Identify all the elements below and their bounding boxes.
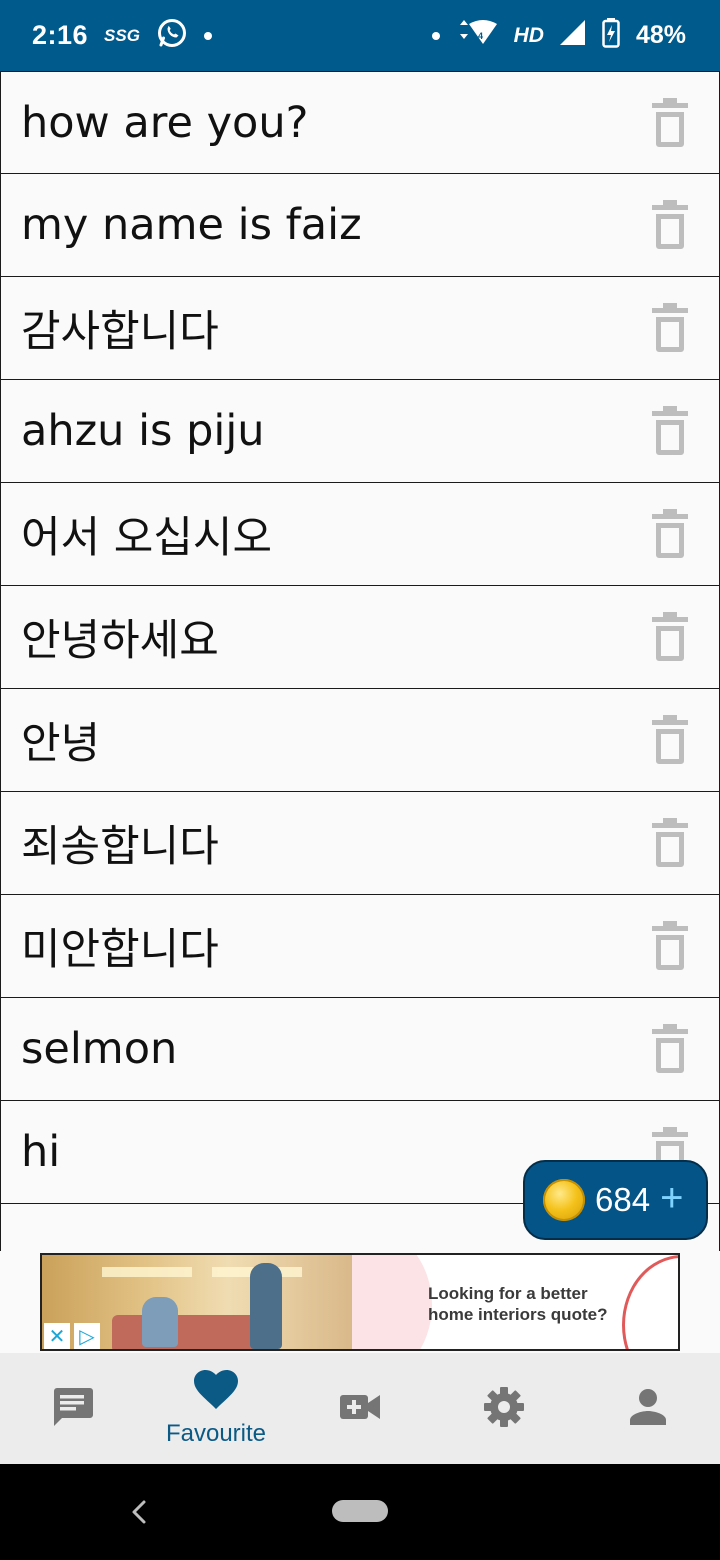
back-icon[interactable] bbox=[128, 1498, 150, 1526]
ad-image-detail bbox=[102, 1267, 192, 1277]
trash-icon[interactable] bbox=[651, 302, 689, 354]
ad-badges: ✕ ▷ bbox=[44, 1323, 100, 1349]
nav-item-favourite[interactable]: Favourite bbox=[144, 1353, 288, 1464]
notification-dot bbox=[203, 31, 212, 40]
trash-icon[interactable] bbox=[651, 1023, 689, 1075]
list-item[interactable]: 죄송합니다 bbox=[0, 792, 720, 895]
coins-button[interactable]: 684 + bbox=[523, 1160, 708, 1240]
favourite-phrase: how are you? bbox=[21, 97, 309, 148]
battery-percent: 48% bbox=[635, 21, 686, 49]
list-item[interactable]: 감사합니다 bbox=[0, 277, 720, 380]
favourite-phrase: 어서 오십시오 bbox=[21, 513, 273, 563]
favourite-phrase: 미안합니다 bbox=[21, 925, 219, 975]
status-bar: 2:16 SSG 4 HD 48% bbox=[0, 0, 720, 71]
ad-image-detail bbox=[250, 1263, 282, 1349]
ad-decoration bbox=[622, 1255, 678, 1349]
person-icon bbox=[630, 1388, 666, 1429]
favourite-phrase: 안녕 bbox=[21, 719, 101, 769]
nav-item-profile[interactable] bbox=[576, 1353, 720, 1464]
ad-image-detail bbox=[142, 1297, 178, 1347]
trash-icon[interactable] bbox=[651, 97, 689, 149]
list-item[interactable]: my name is faiz bbox=[0, 174, 720, 277]
battery-icon bbox=[602, 18, 620, 53]
list-item[interactable]: 어서 오십시오 bbox=[0, 483, 720, 586]
trash-icon[interactable] bbox=[651, 611, 689, 663]
favourite-phrase: 죄송합니다 bbox=[21, 822, 219, 872]
list-item[interactable]: 안녕 bbox=[0, 689, 720, 792]
trash-icon[interactable] bbox=[651, 199, 689, 251]
trash-icon[interactable] bbox=[651, 508, 689, 560]
status-time: 2:16 bbox=[32, 20, 89, 50]
trash-icon[interactable] bbox=[651, 405, 689, 457]
nav-item-video[interactable] bbox=[288, 1353, 432, 1464]
svg-text:4: 4 bbox=[478, 31, 483, 41]
add-coins-icon: + bbox=[660, 1175, 684, 1220]
coin-icon bbox=[543, 1179, 585, 1221]
heart-icon bbox=[194, 1369, 238, 1414]
home-pill[interactable] bbox=[332, 1500, 388, 1522]
wifi-icon: 4 bbox=[456, 20, 498, 51]
nav-item-chat[interactable] bbox=[0, 1353, 144, 1464]
favourite-phrase: hi bbox=[21, 1127, 61, 1177]
ad-close-icon[interactable]: ✕ bbox=[44, 1323, 70, 1349]
notification-dot bbox=[431, 31, 440, 40]
ad-banner[interactable]: Looking for a better home interiors quot… bbox=[40, 1253, 680, 1351]
list-item[interactable]: selmon bbox=[0, 998, 720, 1101]
video-add-icon bbox=[340, 1393, 380, 1425]
network-label: HD bbox=[513, 23, 544, 47]
list-item[interactable]: ahzu is piju bbox=[0, 380, 720, 483]
list-item[interactable]: 안녕하세요 bbox=[0, 586, 720, 689]
coin-count: 684 bbox=[595, 1181, 651, 1218]
nav-item-settings[interactable] bbox=[432, 1353, 576, 1464]
favourite-phrase: selmon bbox=[21, 1024, 178, 1074]
trash-icon[interactable] bbox=[651, 920, 689, 972]
status-left: 2:16 SSG bbox=[32, 17, 212, 54]
whatsapp-icon bbox=[156, 17, 188, 54]
ad-headline-line: home interiors quote? bbox=[428, 1305, 608, 1324]
system-nav-bar bbox=[0, 1464, 720, 1560]
ad-headline: Looking for a better home interiors quot… bbox=[428, 1283, 607, 1325]
list-item[interactable]: 미안합니다 bbox=[0, 895, 720, 998]
nav-label-favourite: Favourite bbox=[165, 1419, 267, 1447]
status-right: 4 HD 48% bbox=[431, 18, 686, 53]
favourite-phrase: 안녕하세요 bbox=[21, 616, 219, 666]
list-item[interactable]: how are you? bbox=[0, 71, 720, 174]
ad-image-detail bbox=[112, 1315, 272, 1349]
gear-icon bbox=[483, 1386, 525, 1432]
favourite-phrase: 감사합니다 bbox=[21, 307, 219, 357]
trash-icon[interactable] bbox=[651, 714, 689, 766]
trash-icon[interactable] bbox=[651, 817, 689, 869]
carrier-badge: SSG bbox=[104, 25, 140, 45]
adchoices-icon[interactable]: ▷ bbox=[74, 1323, 100, 1349]
favourite-phrase: my name is faiz bbox=[21, 200, 362, 250]
favourite-phrase: ahzu is piju bbox=[21, 406, 265, 456]
ad-area: Looking for a better home interiors quot… bbox=[0, 1251, 720, 1353]
favourites-list: how are you? my name is faiz 감사합니다 ahzu … bbox=[0, 71, 720, 1254]
chat-icon bbox=[50, 1386, 94, 1432]
ad-headline-line: Looking for a better bbox=[428, 1284, 588, 1303]
bottom-nav: Favourite bbox=[0, 1353, 720, 1464]
signal-icon bbox=[559, 20, 586, 51]
